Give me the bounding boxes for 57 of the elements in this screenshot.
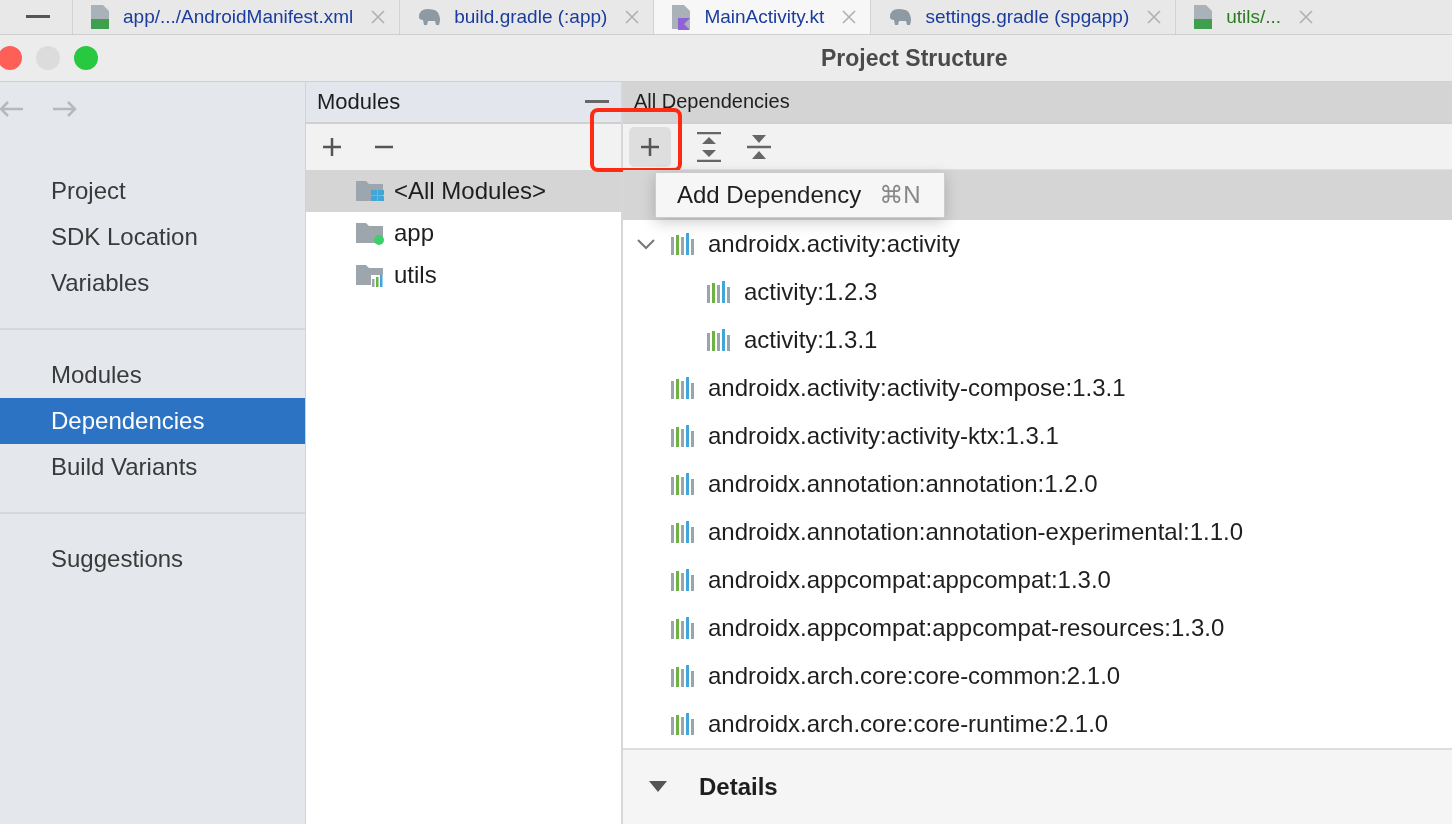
add-dependency-button[interactable] <box>629 126 671 167</box>
elephant-icon <box>416 7 443 27</box>
module-item[interactable]: <All Modules> <box>306 170 621 212</box>
dependency-item[interactable]: androidx.arch.core:core-common:2.1.0 <box>623 652 1452 701</box>
editor-tab[interactable]: build.gradle (:app) <box>399 0 654 34</box>
sidebar-item[interactable]: Modules <box>0 352 305 398</box>
editor-tab[interactable]: utils/... <box>1175 0 1328 34</box>
add-icon[interactable] <box>322 137 342 157</box>
chevron-icon[interactable] <box>637 238 655 251</box>
folder-icon <box>356 263 386 287</box>
module-item[interactable]: utils <box>306 254 621 296</box>
folder-icon <box>356 221 386 245</box>
sidebar-item[interactable]: Suggestions <box>0 536 305 582</box>
editor-tab[interactable]: settings.gradle (spgapp) <box>870 0 1176 34</box>
window-title: Project Structure <box>821 44 1008 72</box>
close-icon[interactable] <box>1299 10 1314 24</box>
zoom-button[interactable] <box>74 46 98 70</box>
module-item[interactable]: app <box>306 212 621 254</box>
folder-icon <box>356 179 386 203</box>
close-button[interactable] <box>0 46 22 70</box>
manifest-file-icon <box>1192 4 1215 30</box>
editor-tab[interactable]: app/.../AndroidManifest.xml <box>72 0 400 34</box>
add-icon <box>640 136 660 157</box>
manifest-file-icon <box>89 4 111 30</box>
dependency-item[interactable]: androidx.arch.core:core-runtime:2.1.0 <box>623 700 1452 749</box>
dependency-item[interactable]: androidx.appcompat:appcompat:1.3.0 <box>623 556 1452 605</box>
sidebar-item[interactable]: Dependencies <box>0 398 305 444</box>
elephant-icon <box>887 7 914 27</box>
close-icon[interactable] <box>625 10 640 24</box>
dependency-item[interactable]: activity:1.2.3 <box>623 268 1452 317</box>
close-icon[interactable] <box>842 10 857 24</box>
dependency-item[interactable]: androidx.activity:activity-ktx:1.3.1 <box>623 412 1452 461</box>
sidebar-item[interactable]: Build Variants <box>0 444 305 490</box>
kotlin-file-icon <box>670 4 693 30</box>
back-arrow-icon[interactable] <box>0 100 24 118</box>
section-title: Details <box>699 773 778 802</box>
sidebar-item[interactable]: Project <box>0 168 305 214</box>
dependency-item[interactable]: androidx.activity:activity <box>623 220 1452 269</box>
panel-title: Modules <box>317 89 401 115</box>
menu-item[interactable]: Add Dependency ⌘N <box>656 177 945 214</box>
disclosure-triangle-icon[interactable] <box>649 781 667 794</box>
expand-all-icon[interactable] <box>697 131 721 162</box>
shortcut-label: ⌘N <box>879 181 921 210</box>
dependency-item[interactable]: activity:1.3.1 <box>623 316 1452 365</box>
dependency-item[interactable]: androidx.activity:activity-compose:1.3.1 <box>623 364 1452 413</box>
sidebar-item[interactable]: Variables <box>0 260 305 306</box>
dependency-item[interactable]: androidx.annotation:annotation:1.2.0 <box>623 460 1452 509</box>
forward-arrow-icon[interactable] <box>52 100 78 118</box>
editor-tab[interactable]: MainActivity.kt <box>653 0 871 34</box>
minimize-icon[interactable] <box>585 100 609 104</box>
close-icon[interactable] <box>1147 10 1162 24</box>
dependency-item[interactable]: androidx.annotation:annotation-experimental:1.1.0 <box>623 508 1452 557</box>
sidebar-item[interactable]: SDK Location <box>0 214 305 260</box>
dependency-item[interactable]: androidx.appcompat:appcompat-resources:1.3.0 <box>623 604 1452 653</box>
close-icon[interactable] <box>371 10 386 24</box>
minimize-icon[interactable] <box>26 15 50 19</box>
panel-title: All Dependencies <box>634 90 790 114</box>
